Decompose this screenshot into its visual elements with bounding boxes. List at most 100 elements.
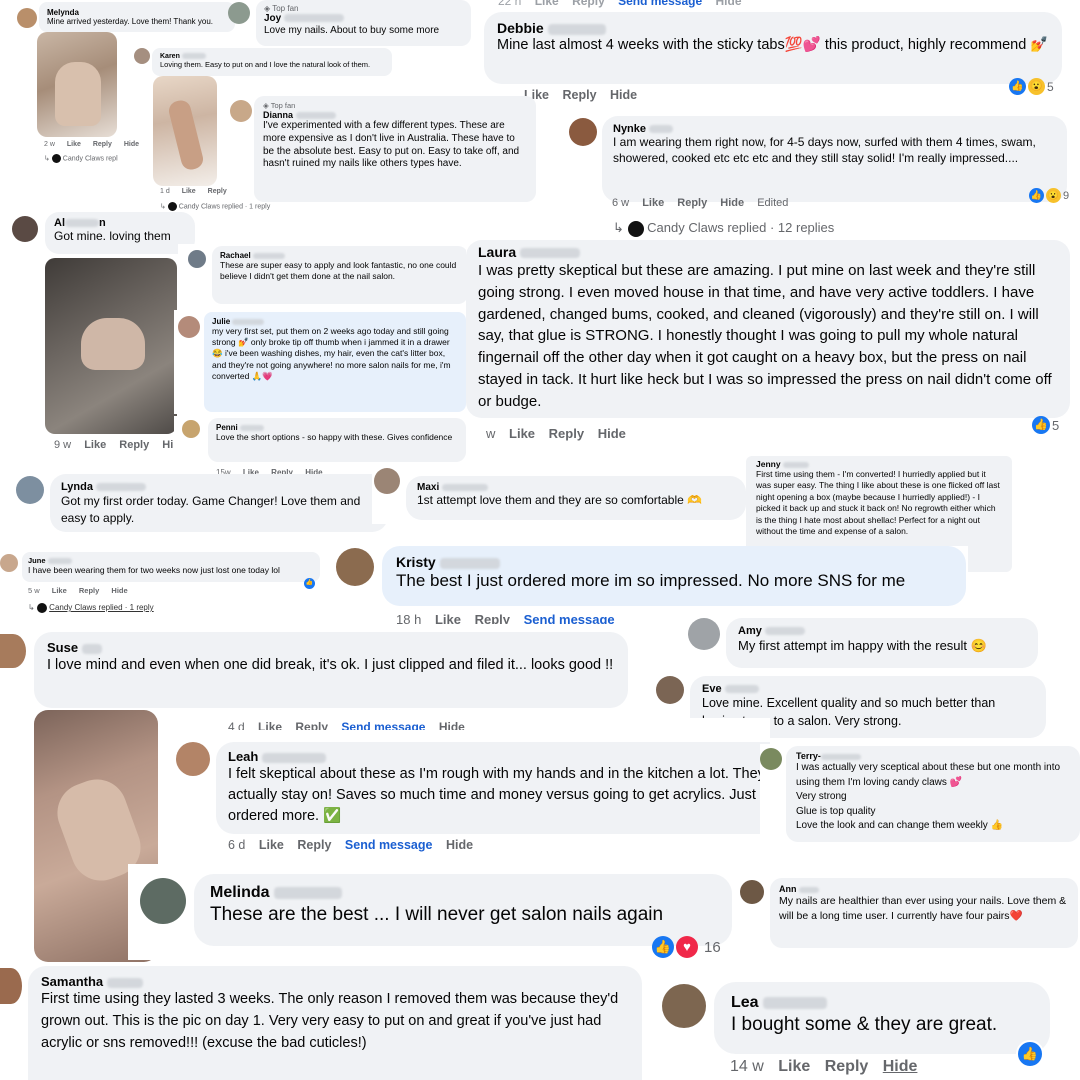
send-message-button[interactable]: Send message xyxy=(345,838,433,852)
name-blur xyxy=(439,557,500,569)
avatar[interactable] xyxy=(656,676,684,704)
replies-link[interactable]: ↳ Candy Claws repl xyxy=(44,154,118,163)
avatar[interactable] xyxy=(140,878,186,924)
like-button[interactable]: Like xyxy=(435,612,461,624)
avatar[interactable] xyxy=(230,100,252,122)
commenter-name[interactable]: Eve xyxy=(702,683,1034,695)
hide-button[interactable]: Hide xyxy=(610,88,637,102)
avatar[interactable] xyxy=(569,118,597,146)
like-button[interactable]: Like xyxy=(509,426,535,441)
reply-button[interactable]: Reply xyxy=(475,612,510,624)
comment-lea: Lea I bought some & they are great. 👍 14… xyxy=(658,978,1080,1080)
hide-button[interactable]: Hide xyxy=(883,1058,918,1075)
avatar[interactable] xyxy=(760,748,782,770)
commenter-name[interactable]: Nynke xyxy=(613,123,1056,135)
hide-button[interactable]: Hide xyxy=(598,426,626,441)
name-blur xyxy=(65,219,99,228)
commenter-name[interactable]: Terry- xyxy=(796,751,1070,761)
reply-button[interactable]: Reply xyxy=(549,426,584,441)
commenter-name[interactable]: Joy xyxy=(264,13,463,24)
like-button[interactable]: Like xyxy=(52,586,67,595)
reply-button[interactable]: Reply xyxy=(825,1058,869,1075)
reply-button[interactable]: Reply xyxy=(208,188,227,195)
commenter-name[interactable]: Laura xyxy=(478,244,1058,260)
replies-link[interactable]: ↳ Candy Claws replied · 12 replies xyxy=(613,220,834,237)
reaction-summary[interactable]: 👍 😮 5 xyxy=(1009,78,1054,95)
comment-june: June I have been wearing them for two we… xyxy=(0,550,320,616)
like-button[interactable]: Like xyxy=(778,1058,810,1075)
like-button[interactable]: Like xyxy=(84,439,106,451)
avatar[interactable] xyxy=(688,618,720,650)
comment-text: Love my nails. About to buy some more xyxy=(264,25,440,36)
avatar[interactable] xyxy=(182,420,200,438)
commenter-name[interactable]: Melynda xyxy=(47,8,227,17)
avatar[interactable] xyxy=(134,48,150,64)
comment-bubble: Samantha First time using they lasted 3 … xyxy=(28,966,642,1080)
avatar[interactable] xyxy=(178,316,200,338)
commenter-name[interactable]: Kristy xyxy=(396,554,952,570)
avatar[interactable] xyxy=(16,476,44,504)
commenter-name[interactable]: Jenny xyxy=(756,459,1002,469)
comment-bubble: Nynke I am wearing them right now, for 4… xyxy=(602,116,1067,202)
reply-button[interactable]: Reply xyxy=(93,141,112,148)
commenter-name[interactable]: Samantha xyxy=(41,974,629,989)
commenter-name[interactable]: Dianna xyxy=(263,110,527,120)
name-blur xyxy=(284,14,345,23)
commenter-name[interactable]: June xyxy=(28,556,314,565)
avatar[interactable] xyxy=(0,634,26,668)
avatar[interactable] xyxy=(0,968,22,1004)
avatar[interactable] xyxy=(374,468,400,494)
commenter-name[interactable]: Amy xyxy=(738,625,1026,637)
commenter-name[interactable]: Julie xyxy=(212,317,458,326)
reply-button[interactable]: Reply xyxy=(79,586,99,595)
top-actions: 4 d Like Reply Send message Hide xyxy=(228,720,465,730)
reply-button[interactable]: Reply xyxy=(677,197,707,209)
commenter-name[interactable]: Penni xyxy=(216,423,458,432)
commenter-name[interactable]: Melinda xyxy=(210,884,716,902)
commenter-name[interactable]: Maxi xyxy=(417,482,735,493)
avatar[interactable] xyxy=(228,2,250,24)
reply-button[interactable]: Reply xyxy=(119,439,149,451)
hide-button[interactable]: Hi xyxy=(162,439,173,451)
commenter-name[interactable]: Suse xyxy=(47,640,615,655)
commenter-name[interactable]: Lynda xyxy=(61,481,377,493)
hide-button[interactable]: Hide xyxy=(446,838,473,852)
candy-claws-logo-icon xyxy=(51,154,61,163)
send-message-button[interactable]: Send message xyxy=(524,612,615,624)
replies-link[interactable]: ↳ Candy Claws replied · 1 reply xyxy=(28,603,154,613)
avatar[interactable] xyxy=(740,880,764,904)
avatar[interactable] xyxy=(0,554,18,572)
like-button[interactable]: Like xyxy=(182,188,196,195)
commenter-name[interactable]: Debbie xyxy=(497,20,1049,36)
like-button[interactable]: Like xyxy=(642,197,664,209)
commenter-name[interactable]: Lea xyxy=(731,994,1033,1012)
reaction-summary[interactable]: 👍 xyxy=(1016,1040,1044,1068)
hide-button[interactable]: Hide xyxy=(720,197,744,209)
reaction-summary[interactable]: 👍 5 xyxy=(1032,416,1059,434)
comment-photo[interactable] xyxy=(45,258,177,434)
avatar[interactable] xyxy=(176,742,210,776)
comment-photo[interactable] xyxy=(153,76,217,186)
avatar[interactable] xyxy=(336,548,374,586)
avatar[interactable] xyxy=(12,216,38,242)
commenter-name[interactable]: Leah xyxy=(228,749,758,764)
commenter-name[interactable]: Al n xyxy=(54,217,186,229)
commenter-name[interactable]: Ann xyxy=(779,884,1069,894)
reply-button[interactable]: Reply xyxy=(563,88,597,102)
like-button[interactable]: Like xyxy=(67,141,81,148)
reply-button[interactable]: Reply xyxy=(297,838,331,852)
commenter-name[interactable]: Karen xyxy=(160,53,384,60)
comment-actions: 6 w Like Reply Hide Edited xyxy=(612,197,789,209)
comment-dianna: ◈ Top fan Dianna I've experimented with … xyxy=(228,96,536,206)
reaction-summary[interactable]: 👍 ♥ 16 xyxy=(652,936,721,958)
avatar[interactable] xyxy=(188,250,206,268)
like-button[interactable]: Like xyxy=(259,838,284,852)
comment-photo[interactable] xyxy=(37,32,117,137)
avatar[interactable] xyxy=(17,8,37,28)
comment-bubble: Lea I bought some & they are great. xyxy=(714,982,1050,1054)
reaction-summary[interactable]: 👍 xyxy=(304,578,315,589)
commenter-name[interactable]: Rachael xyxy=(220,251,460,260)
reaction-summary[interactable]: 👍 😮 9 xyxy=(1029,188,1069,203)
hide-button[interactable]: Hide xyxy=(111,586,127,595)
avatar[interactable] xyxy=(662,984,706,1028)
